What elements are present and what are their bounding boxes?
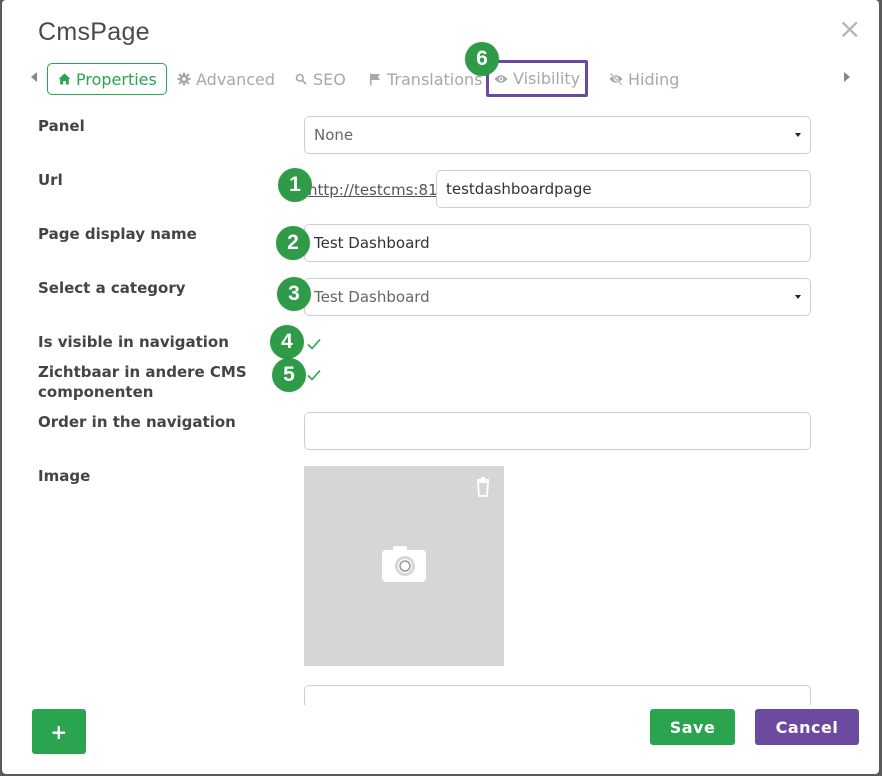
url-label: Url [38,171,63,189]
display-name-input[interactable]: Test Dashboard [304,224,811,262]
panel-select[interactable]: None [304,116,811,154]
tab-translations[interactable]: Translations [368,62,483,96]
tabs-scroll-right-icon[interactable] [844,72,850,82]
visible-nav-checkbox[interactable] [306,336,322,352]
tab-label: Translations [387,69,483,89]
add-button[interactable]: + [32,709,86,754]
eye-slash-icon [609,72,623,86]
visible-cms-checkbox[interactable] [306,367,322,383]
url-slug-input[interactable]: testdashboardpage [436,170,811,208]
caret-down-icon [795,133,801,137]
url-prefix-link[interactable]: http://testcms:81/ [308,181,443,199]
tab-visibility[interactable]: Visibility [486,60,589,97]
tabs-scroll-left-icon[interactable] [31,72,37,82]
save-button[interactable]: Save [650,709,735,745]
step-badge-5: 5 [272,358,306,392]
cms-page-dialog: CmsPage × Properties Advanced SEO Transl… [2,0,879,774]
tab-properties[interactable]: Properties [47,63,167,95]
tab-label: SEO [313,69,346,89]
step-badge-6: 6 [465,42,499,76]
tab-hiding[interactable]: Hiding [609,62,679,96]
category-label: Select a category [38,279,186,297]
visible-nav-label: Is visible in navigation [38,333,229,351]
category-select[interactable]: Test Dashboard [304,278,811,316]
tab-label: Visibility [513,69,581,88]
flag-icon [368,72,382,86]
home-icon [57,72,71,86]
tab-label: Hiding [628,69,680,89]
step-badge-2: 2 [276,226,310,260]
eye-icon [494,72,508,86]
search-icon [294,72,308,86]
order-label: Order in the navigation [38,413,236,431]
tab-seo[interactable]: SEO [294,62,346,96]
gear-icon [177,72,191,86]
url-slug-value: testdashboardpage [446,180,592,198]
next-field-partial [304,685,811,705]
cancel-button[interactable]: Cancel [755,709,859,745]
display-name-value: Test Dashboard [314,234,430,252]
trash-icon[interactable] [474,476,492,498]
close-icon[interactable]: × [838,14,861,44]
tab-advanced[interactable]: Advanced [177,62,275,96]
panel-select-value: None [314,126,354,144]
visible-cms-label: Zichtbaar in andere CMS componenten [38,363,247,401]
dialog-title: CmsPage [38,18,150,46]
image-label: Image [38,467,91,485]
step-badge-3: 3 [277,277,311,311]
step-badge-4: 4 [270,325,304,359]
panel-label: Panel [38,117,85,135]
camera-icon [382,546,426,582]
category-select-value: Test Dashboard [314,288,430,306]
order-input[interactable] [304,412,811,450]
tab-label: Advanced [196,69,276,89]
tab-label: Properties [76,69,157,89]
caret-down-icon [795,295,801,299]
display-name-label: Page display name [38,225,197,243]
step-badge-1: 1 [278,168,312,202]
